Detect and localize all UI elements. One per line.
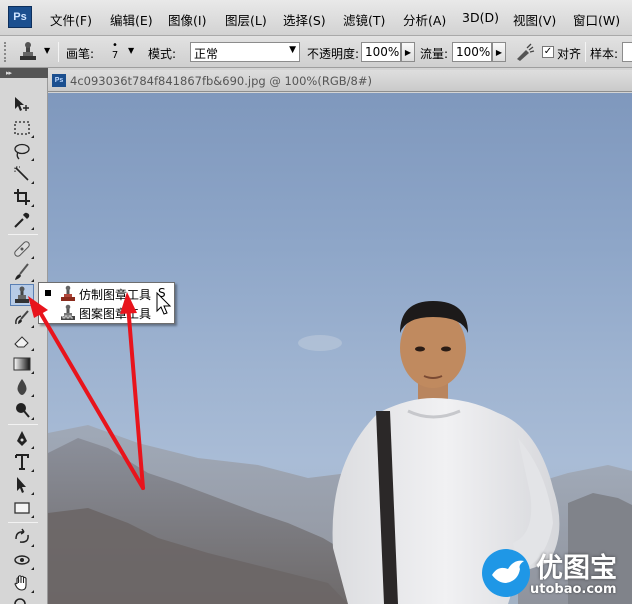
opacity-slider-button[interactable]: ▶: [401, 42, 415, 62]
blur-tool-icon[interactable]: [10, 376, 34, 398]
flow-slider-button[interactable]: ▶: [492, 42, 506, 62]
tool-preset-dropdown-icon[interactable]: ▼: [44, 46, 50, 55]
pattern-stamp-icon: [61, 304, 75, 320]
watermark-text: 优图宝: [536, 553, 617, 584]
brush-dropdown-icon[interactable]: ▼: [128, 46, 134, 55]
sample-label: 样本:: [590, 47, 619, 61]
mode-select[interactable]: 正常 ▼: [190, 42, 300, 62]
dodge-tool-icon[interactable]: [10, 399, 34, 421]
healing-brush-tool-icon[interactable]: [10, 238, 34, 260]
rectangle-tool-icon[interactable]: [10, 497, 34, 519]
watermark-url: utobao.com: [530, 582, 617, 597]
flyout-item-shortcut: S: [158, 286, 166, 300]
menu-edit[interactable]: 编辑(E): [110, 10, 153, 29]
eyedropper-tool-icon[interactable]: [10, 209, 34, 231]
quick-selection-tool-icon[interactable]: [10, 163, 34, 185]
toolbox-header[interactable]: ▸▸: [0, 68, 48, 78]
menu-image[interactable]: 图像(I): [168, 10, 206, 29]
photoshop-logo-icon[interactable]: Ps: [8, 6, 32, 28]
opacity-label: 不透明度:: [307, 47, 360, 61]
aligned-label: 对齐: [557, 47, 582, 61]
menu-file[interactable]: 文件(F): [50, 10, 92, 29]
flyout-item-label: 仿制图章工具: [79, 288, 152, 302]
move-tool-icon[interactable]: [10, 94, 34, 116]
document-tab[interactable]: Ps 4c093036t784f841867fb&690.jpg @ 100%(…: [48, 70, 632, 92]
marquee-tool-icon[interactable]: [10, 117, 34, 139]
document-title: 4c093036t784f841867fb&690.jpg @ 100%(RGB…: [70, 74, 372, 88]
path-selection-tool-icon[interactable]: [10, 474, 34, 496]
eraser-tool-icon[interactable]: [10, 330, 34, 352]
menu-select[interactable]: 选择(S): [283, 10, 326, 29]
selected-bullet-icon: [45, 290, 51, 296]
stamp-tool-flyout-menu: 仿制图章工具 S 图案图章工具: [38, 282, 175, 324]
sample-select[interactable]: [622, 42, 632, 62]
brush-label: 画笔:: [66, 47, 95, 61]
menu-view[interactable]: 视图(V): [513, 10, 556, 29]
opacity-input[interactable]: 100%: [361, 42, 401, 62]
flyout-item-clone-stamp[interactable]: 仿制图章工具 S: [39, 284, 174, 304]
options-grip[interactable]: [4, 42, 10, 62]
flow-label: 流量:: [420, 47, 449, 61]
collapse-icon[interactable]: ▸▸: [6, 69, 12, 77]
lasso-tool-icon[interactable]: [10, 140, 34, 162]
aligned-checkbox[interactable]: ✓: [542, 46, 554, 58]
tool-preset-clone-stamp-icon[interactable]: [16, 41, 40, 63]
flow-input[interactable]: 100%: [452, 42, 492, 62]
pen-tool-icon[interactable]: [10, 428, 34, 450]
toolbox: ▸▸: [0, 68, 48, 604]
gradient-tool-icon[interactable]: [10, 353, 34, 375]
document-icon: Ps: [52, 74, 66, 87]
watermark-bird-logo-icon: [482, 549, 530, 597]
brush-size-value: 7: [111, 50, 119, 61]
clone-stamp-tool-icon[interactable]: [10, 284, 34, 306]
menu-window[interactable]: 窗口(W): [573, 10, 620, 29]
menu-bar: Ps 文件(F) 编辑(E) 图像(I) 图层(L) 选择(S) 滤镜(T) 分…: [0, 0, 632, 36]
3d-rotate-tool-icon[interactable]: [10, 526, 34, 548]
zoom-tool-icon[interactable]: [10, 595, 34, 604]
menu-analysis[interactable]: 分析(A): [403, 10, 446, 29]
menu-layer[interactable]: 图层(L): [225, 10, 267, 29]
flyout-item-pattern-stamp[interactable]: 图案图章工具: [39, 303, 174, 323]
flyout-item-label: 图案图章工具: [79, 307, 152, 321]
brush-tool-icon[interactable]: [10, 261, 34, 283]
chevron-down-icon: ▼: [289, 45, 296, 55]
mode-label: 模式:: [148, 47, 177, 61]
airbrush-icon[interactable]: [514, 42, 536, 62]
photo-scene: [48, 301, 632, 604]
3d-orbit-tool-icon[interactable]: [10, 549, 34, 571]
mode-value: 正常: [194, 47, 219, 61]
type-tool-icon[interactable]: [10, 451, 34, 473]
history-brush-tool-icon[interactable]: [10, 307, 34, 329]
menu-filter[interactable]: 滤镜(T): [343, 10, 385, 29]
crop-tool-icon[interactable]: [10, 186, 34, 208]
options-bar: ▼ 画笔: • 7 ▼ 模式: 正常 ▼ 不透明度: 100% ▶ 流量: 10…: [0, 36, 632, 68]
image-canvas[interactable]: [48, 93, 632, 604]
hand-tool-icon[interactable]: [10, 572, 34, 594]
clone-stamp-icon: [61, 285, 75, 301]
brush-preview[interactable]: • 7: [108, 41, 122, 63]
menu-3d[interactable]: 3D(D): [462, 10, 499, 25]
